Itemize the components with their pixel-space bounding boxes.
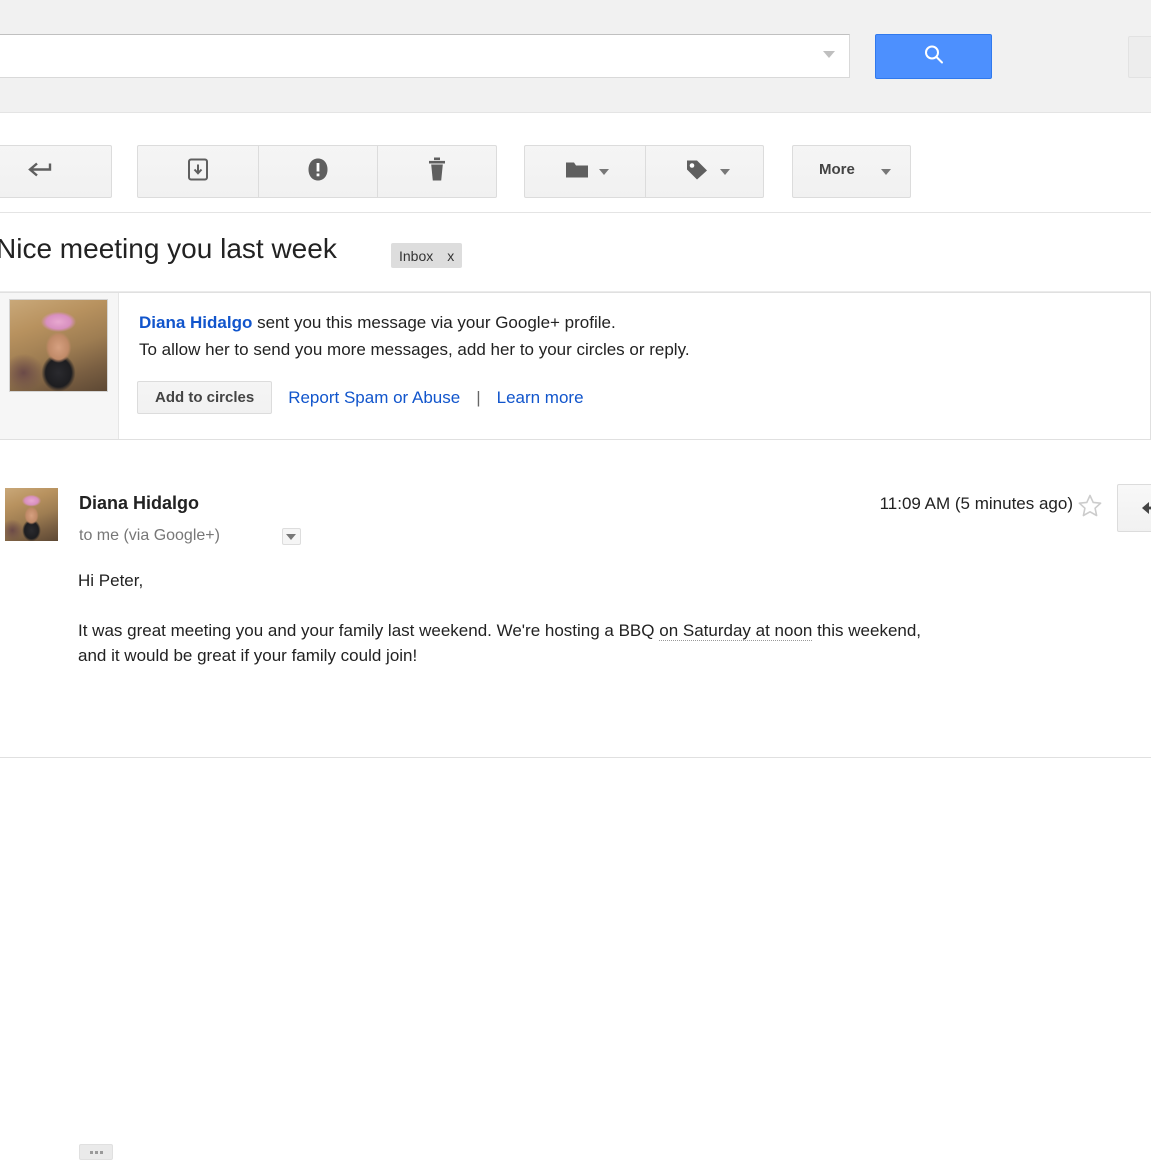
paragraph-part-1: It was great meeting you and your family… [78,621,660,640]
move-to-button[interactable] [525,146,645,197]
chevron-down-icon[interactable] [823,51,835,58]
archive-button[interactable] [138,146,258,197]
labels-button[interactable] [645,146,764,197]
banner-sender-name[interactable]: Diana Hidalgo [139,313,252,332]
ellipsis-dot [99,1150,103,1154]
back-to-inbox-button[interactable] [0,145,112,198]
ellipsis-dot [89,1150,93,1154]
report-spam-icon [307,157,329,186]
learn-more-link[interactable]: Learn more [497,388,584,408]
chevron-down-icon [286,534,296,540]
subject-row: Nice meeting you last week Inbox x [0,213,1151,292]
smart-date-annotation[interactable]: on Saturday at noon [659,621,813,641]
more-button-label: More [819,161,855,178]
archive-spam-delete-group [137,145,497,198]
chevron-down-icon [720,169,730,175]
banner-line-2: To allow her to send you more messages, … [139,340,690,359]
add-to-circles-button[interactable]: Add to circles [137,381,273,414]
search-region [0,0,1151,113]
move-labels-group [524,145,764,198]
archive-icon [188,158,208,185]
message-sender-name[interactable]: Diana Hidalgo [79,493,199,514]
folder-icon [565,159,589,184]
message-greeting: Hi Peter, [78,571,144,590]
label-remove-icon[interactable]: x [447,248,454,264]
back-arrow-icon [28,159,54,184]
paragraph-part-2: this weekend, [812,621,922,640]
chevron-down-icon [881,169,891,175]
action-separator: | [476,387,481,407]
chevron-down-icon [599,169,609,175]
more-button[interactable]: More [792,145,911,198]
recipient-details-toggle[interactable] [282,528,301,545]
message-body-region: Diana Hidalgo to me (via Google+) 11:09 … [0,460,1151,1160]
banner-line-1-rest: sent you this message via your Google+ p… [252,313,616,332]
search-input[interactable] [1,35,795,79]
search-options-button-partial[interactable] [1128,36,1151,78]
star-outline-icon[interactable] [1077,493,1103,524]
google-plus-notice-banner: Diana Hidalgo sent you this message via … [0,292,1151,440]
report-spam-link[interactable]: Report Spam or Abuse [288,388,460,408]
message-sender-avatar [5,488,58,541]
message-recipient: to me (via Google+) [79,527,220,544]
message-paragraph-line-1: It was great meeting you and your family… [78,618,1151,643]
ellipsis-dot [94,1150,98,1154]
page-title: Nice meeting you last week [0,233,337,264]
label-chip-label: Inbox [399,247,434,264]
search-icon [922,42,946,71]
message-text: Hi Peter, It was great meeting you and y… [78,568,1151,668]
show-trimmed-content-button[interactable] [79,1144,113,1160]
banner-text: Diana Hidalgo sent you this message via … [139,313,690,360]
message-timestamp: 11:09 AM (5 minutes ago) [879,494,1073,513]
reply-arrow-icon [1140,498,1151,523]
search-box[interactable] [0,34,850,79]
delete-button[interactable] [377,146,496,197]
search-button[interactable] [875,34,992,79]
trash-icon [427,157,447,186]
banner-actions: Add to circles Report Spam or Abuse | Le… [137,381,584,414]
banner-avatar-cell [0,293,119,439]
message-toolbar: More [0,113,1151,213]
report-spam-button[interactable] [258,146,377,197]
sender-avatar-photo [9,299,108,392]
tag-icon [685,158,709,185]
reply-button[interactable] [1117,484,1151,532]
bottom-divider [0,757,1151,758]
message-paragraph-line-2: and it would be great if your family cou… [78,646,418,665]
label-chip-inbox[interactable]: Inbox x [391,243,463,268]
banner-line-1: Diana Hidalgo sent you this message via … [139,313,690,333]
